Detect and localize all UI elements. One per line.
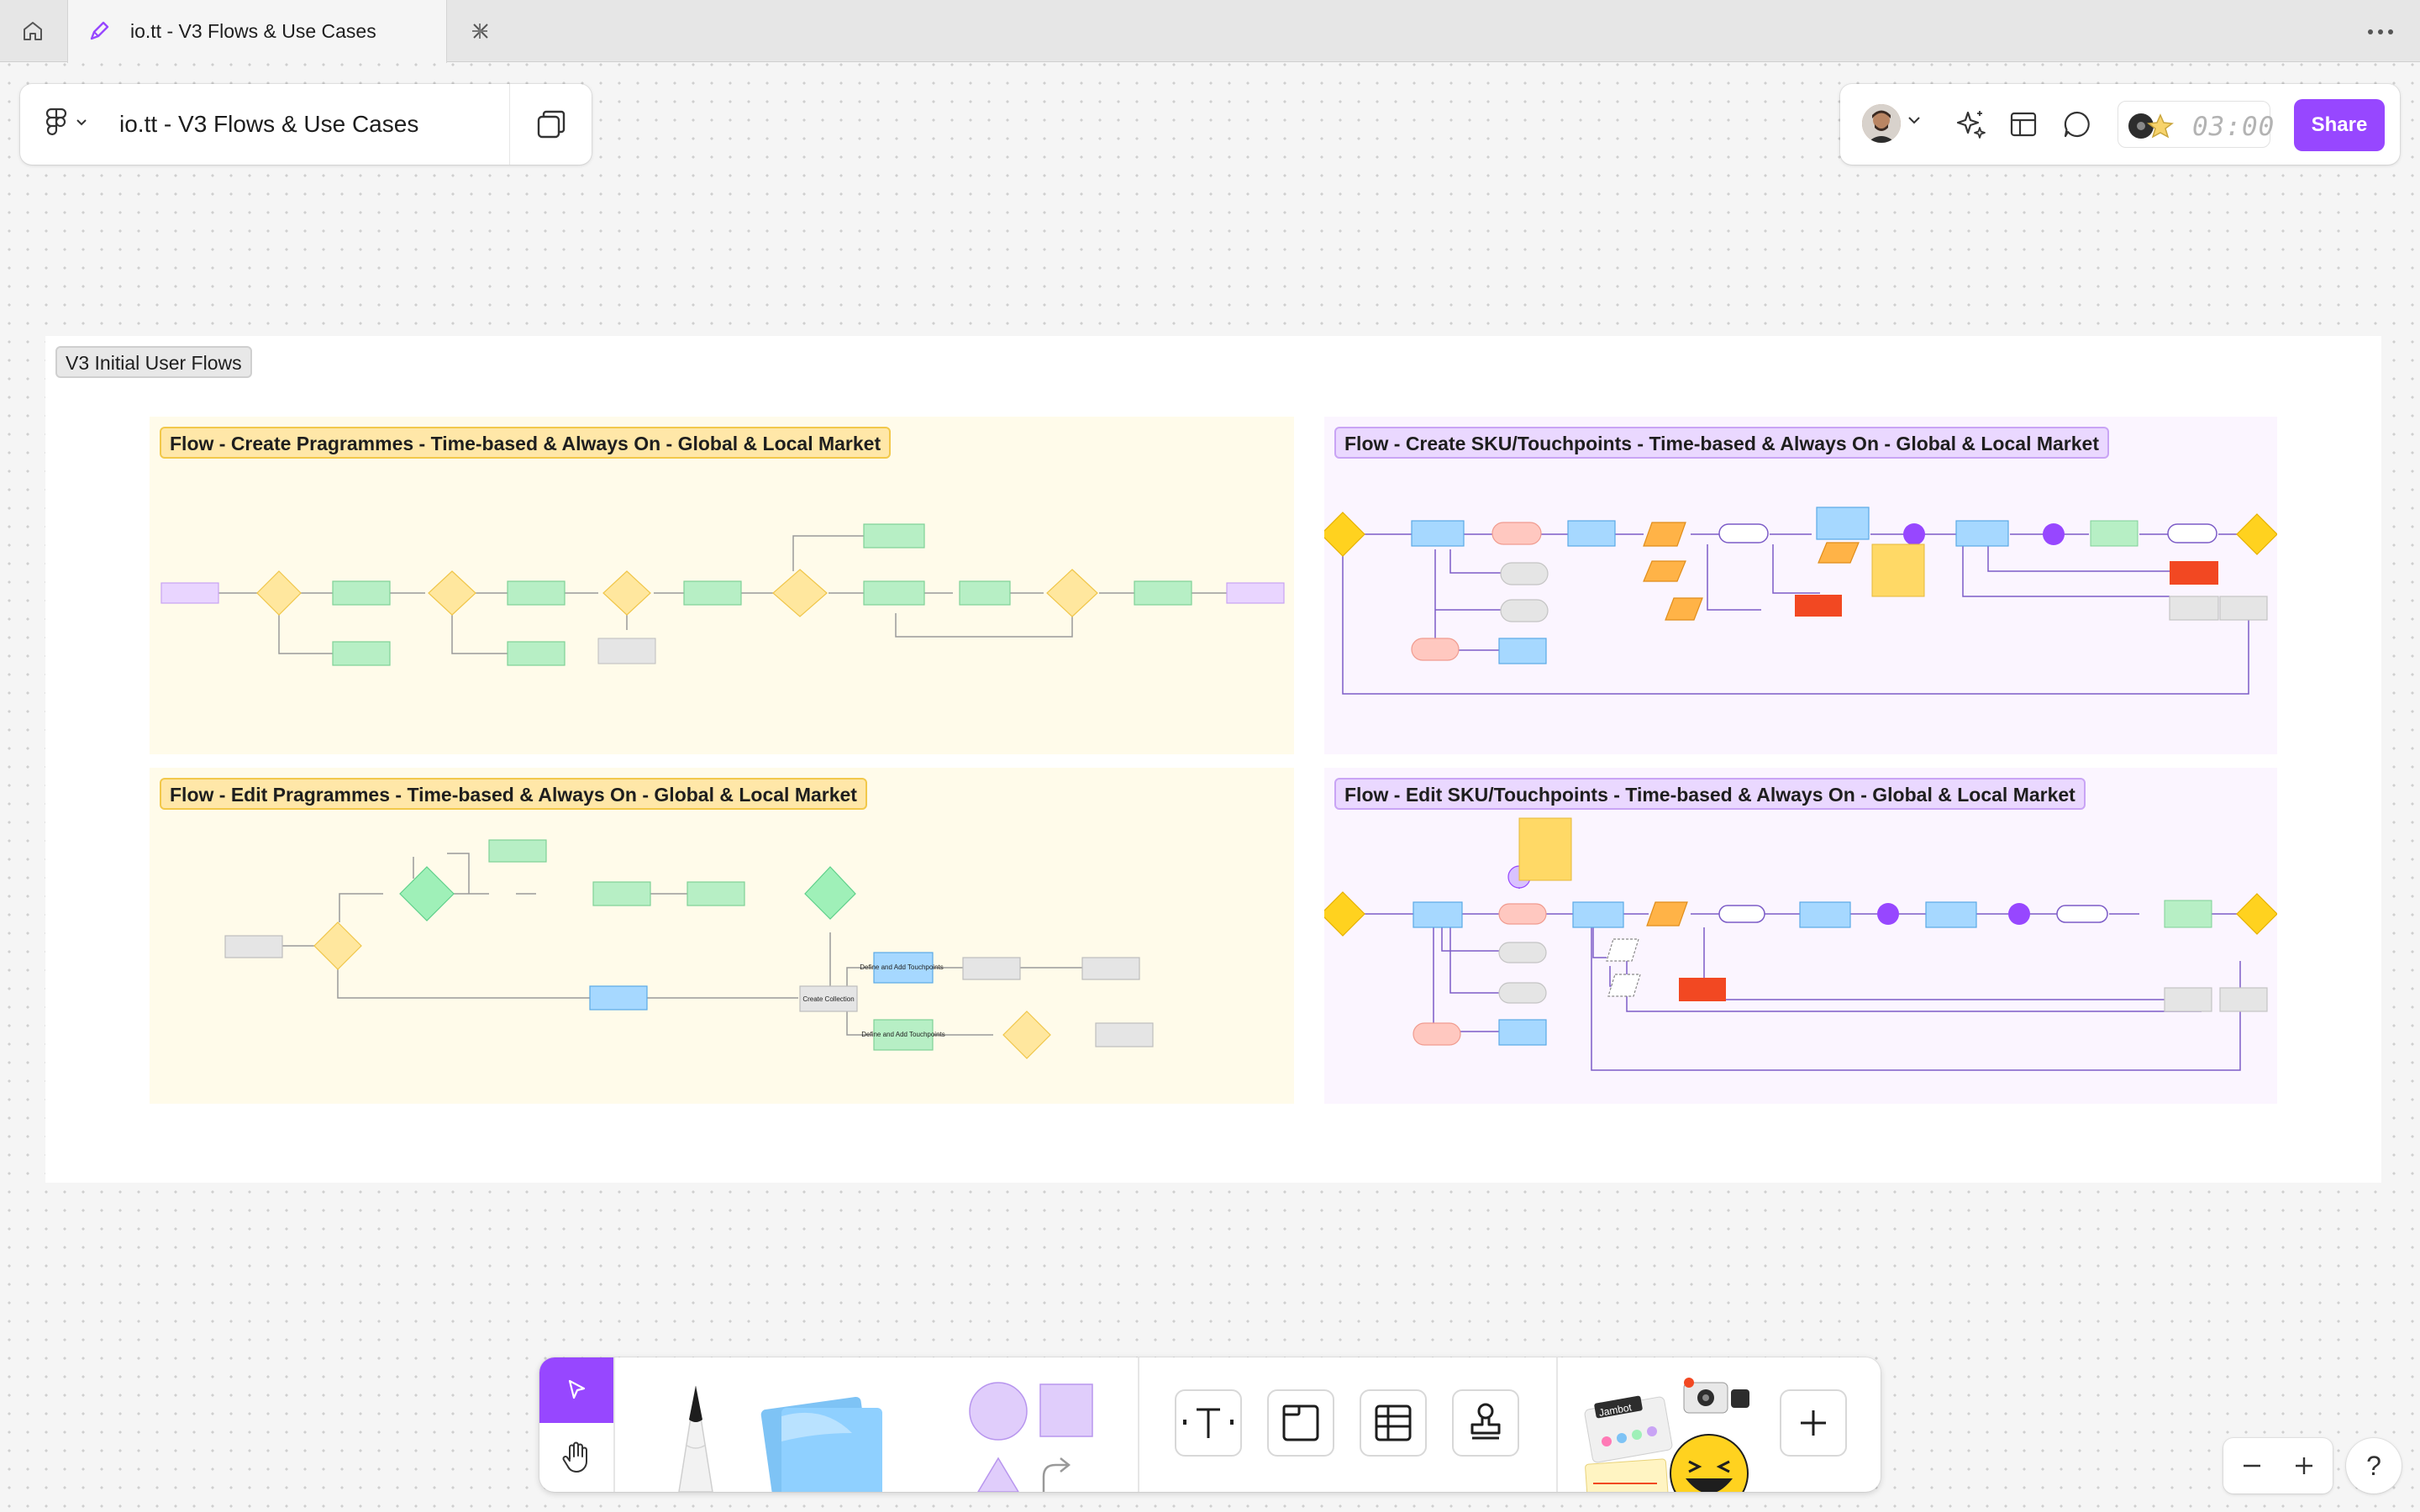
avatar[interactable] xyxy=(1862,104,1901,143)
sparkle-ai-icon[interactable] xyxy=(1954,108,1988,145)
section-tool[interactable] xyxy=(1267,1389,1334,1457)
tab-title: io.tt - V3 Flows & Use Cases xyxy=(130,20,376,42)
node-define-touchpoints-2: Define and Add Touchpoints xyxy=(861,1031,944,1038)
timer-value: 03:00 xyxy=(2192,112,2275,142)
file-header: io.tt - V3 Flows & Use Cases xyxy=(20,84,592,165)
tab-active-file[interactable]: io.tt - V3 Flows & Use Cases xyxy=(67,0,488,63)
zoom-out-button[interactable] xyxy=(2238,1452,2265,1483)
panel-create-programmes[interactable]: Flow - Create Pragrammes - Time-based & … xyxy=(150,417,1294,754)
text-icon xyxy=(1183,1408,1234,1438)
panel-title[interactable]: Flow - Edit Pragrammes - Time-based & Al… xyxy=(160,778,867,810)
section-icon xyxy=(1282,1404,1319,1441)
layout-icon[interactable] xyxy=(2008,109,2039,144)
panel-title[interactable]: Flow - Create SKU/Touchpoints - Time-bas… xyxy=(1334,427,2109,459)
node-define-touchpoints-1: Define and Add Touchpoints xyxy=(860,963,943,971)
sticky-note-tool[interactable] xyxy=(748,1383,899,1492)
comment-icon[interactable] xyxy=(2062,109,2092,144)
panel-edit-sku[interactable]: Flow - Edit SKU/Touchpoints - Time-based… xyxy=(1324,768,2277,1104)
minus-icon xyxy=(2244,1464,2260,1467)
hand-icon xyxy=(562,1441,587,1473)
section-label[interactable]: V3 Initial User Flows xyxy=(55,346,252,378)
share-button[interactable]: Share xyxy=(2294,99,2385,151)
stamp-tool[interactable] xyxy=(1452,1389,1519,1457)
creation-toolbar: Jambot xyxy=(539,1357,1881,1492)
pen-tool[interactable] xyxy=(657,1379,734,1492)
panel-edit-programmes[interactable]: Define and Add Touchpoints Create Collec… xyxy=(150,768,1294,1104)
collaboration-bar: 03:00 Share xyxy=(1840,84,2400,165)
plus-icon xyxy=(1801,1410,1826,1436)
node-create-collection: Create Collection xyxy=(802,995,854,1003)
flow-diagram-create-programmes xyxy=(160,523,1285,666)
flow-diagram-edit-sku xyxy=(1324,817,2277,1071)
help-button[interactable]: ? xyxy=(2346,1438,2402,1494)
cursor-icon xyxy=(568,1379,586,1399)
music-timer-icon xyxy=(2127,112,2186,144)
divider xyxy=(613,1357,615,1492)
figjam-pen-icon xyxy=(87,18,112,48)
hand-tool[interactable] xyxy=(539,1423,613,1492)
timer-widget[interactable]: 03:00 xyxy=(2118,101,2274,148)
chevron-down-icon xyxy=(76,119,87,126)
flow-diagram-edit-programmes: Define and Add Touchpoints Create Collec… xyxy=(224,839,1154,1059)
table-tool[interactable] xyxy=(1360,1389,1427,1457)
chevron-down-icon[interactable] xyxy=(1907,114,1921,129)
flow-diagram-create-sku xyxy=(1324,507,2277,695)
home-button[interactable] xyxy=(0,0,66,62)
pages-copy-icon[interactable] xyxy=(534,108,568,145)
stamp-icon xyxy=(1470,1403,1501,1440)
main-menu-button[interactable] xyxy=(45,108,87,138)
panel-create-sku[interactable]: Flow - Create SKU/Touchpoints - Time-bas… xyxy=(1324,417,2277,754)
home-icon xyxy=(24,22,42,40)
panel-title[interactable]: Flow - Edit SKU/Touchpoints - Time-based… xyxy=(1334,778,2086,810)
section-v3-initial-user-flows[interactable]: V3 Initial User Flows Flow - Create Prag… xyxy=(45,336,2381,1183)
file-title[interactable]: io.tt - V3 Flows & Use Cases xyxy=(119,111,418,138)
plus-icon xyxy=(2296,1457,2312,1474)
move-tool[interactable] xyxy=(539,1357,613,1423)
divider xyxy=(1138,1357,1139,1492)
shapes-tool[interactable] xyxy=(960,1378,1094,1492)
divider xyxy=(1556,1357,1558,1492)
tab-bar: io.tt - V3 Flows & Use Cases xyxy=(0,0,2420,63)
text-tool[interactable] xyxy=(1175,1389,1242,1457)
panel-title[interactable]: Flow - Create Pragrammes - Time-based & … xyxy=(160,427,892,459)
add-tool-button[interactable] xyxy=(1780,1389,1847,1457)
more-dots-icon[interactable] xyxy=(2366,20,2395,48)
widgets-tool[interactable]: Jambot xyxy=(1581,1374,1758,1492)
table-icon xyxy=(1375,1404,1412,1441)
zoom-in-button[interactable] xyxy=(2291,1452,2317,1483)
plus-icon[interactable] xyxy=(467,18,492,48)
zoom-controls xyxy=(2223,1438,2333,1494)
divider xyxy=(509,84,510,165)
figma-logo-icon xyxy=(45,108,67,135)
